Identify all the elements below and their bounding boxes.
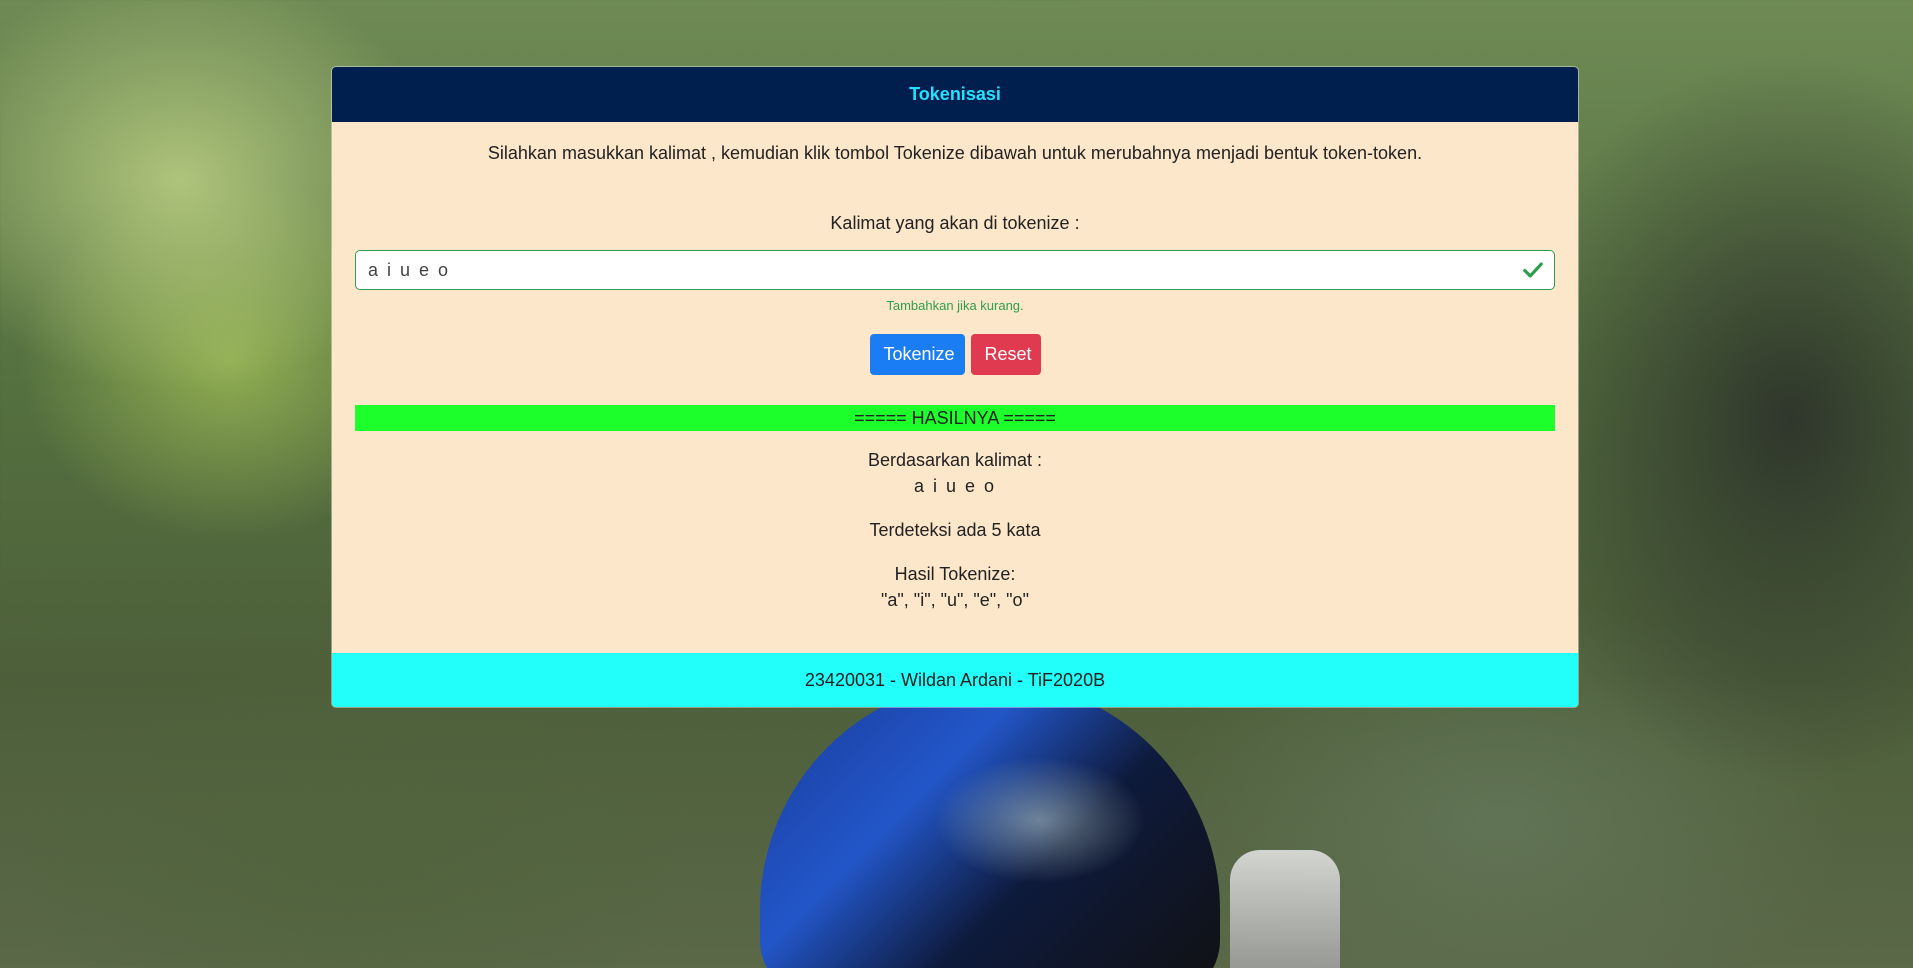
check-icon xyxy=(1523,262,1543,278)
intro-text: Silahkan masukkan kalimat , kemudian kli… xyxy=(487,143,1423,163)
tokens-output: "a", "i", "u", "e", "o" xyxy=(881,590,1029,610)
result-sentence: a i u e o xyxy=(913,476,997,496)
result-banner: ===== HASILNYA ===== xyxy=(355,405,1555,431)
reset-button[interactable]: Reset xyxy=(970,334,1041,375)
based-on-label: Berdasarkan kalimat : xyxy=(867,450,1043,470)
background-glove-image xyxy=(1230,850,1340,968)
sentence-label: Kalimat yang akan di tokenize : xyxy=(830,213,1080,233)
sentence-input-wrapper xyxy=(355,250,1555,290)
help-text: Tambahkan jika kurang. xyxy=(886,298,1024,313)
tokenizer-card: Tokenisasi Silahkan masukkan kalimat , k… xyxy=(332,67,1578,707)
tokenize-button[interactable]: Tokenize xyxy=(869,334,965,375)
word-count-text: Terdeteksi ada 5 kata xyxy=(869,520,1041,540)
card-footer: 23420031 - Wildan Ardani - TiF2020B xyxy=(332,653,1578,707)
button-group: Tokenize Reset xyxy=(332,334,1578,375)
tokens-label: Hasil Tokenize: xyxy=(894,564,1016,584)
card-body: Silahkan masukkan kalimat , kemudian kli… xyxy=(332,122,1578,653)
footer-text: 23420031 - Wildan Ardani - TiF2020B xyxy=(804,669,1106,690)
sentence-input[interactable] xyxy=(356,251,1520,289)
card-header: Tokenisasi xyxy=(332,67,1578,122)
page-title: Tokenisasi xyxy=(909,84,1001,104)
background-helmet-image xyxy=(760,680,1220,968)
